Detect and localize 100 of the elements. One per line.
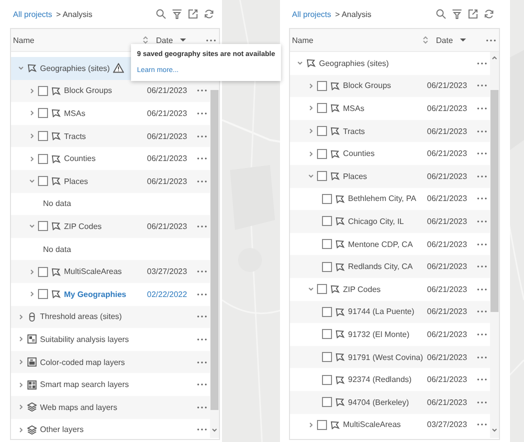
row-label[interactable]: Web maps and layers — [40, 402, 118, 412]
checkbox[interactable] — [322, 306, 332, 317]
more-icon[interactable] — [196, 360, 206, 364]
chevron-right-icon[interactable] — [308, 105, 314, 112]
checkbox[interactable] — [38, 108, 48, 118]
more-icon[interactable] — [476, 310, 486, 314]
more-icon[interactable] — [196, 315, 206, 318]
checkbox[interactable] — [38, 86, 48, 96]
more-icon[interactable] — [476, 378, 486, 382]
more-icon[interactable] — [476, 265, 486, 268]
more-icon[interactable] — [476, 242, 486, 246]
row-label[interactable]: Tracts — [343, 126, 365, 136]
row-label[interactable]: Other layers — [40, 425, 84, 434]
more-icon[interactable] — [196, 134, 206, 138]
search-icon[interactable] — [156, 9, 166, 19]
more-icon[interactable] — [476, 84, 486, 88]
caret-icon[interactable] — [180, 38, 186, 42]
column-header[interactable]: Name — [13, 36, 34, 44]
filter-icon[interactable] — [172, 9, 182, 19]
chevron-right-icon[interactable] — [18, 382, 24, 388]
chevron-down-icon[interactable] — [297, 60, 303, 66]
row-label[interactable]: 94704 (Berkeley) — [348, 398, 409, 407]
checkbox[interactable] — [322, 374, 332, 385]
sort-icon[interactable] — [423, 36, 428, 44]
more-icon[interactable] — [476, 220, 486, 223]
row-label[interactable]: 92374 (Redlands) — [348, 375, 412, 384]
row-label[interactable]: ZIP Codes — [343, 284, 381, 294]
breadcrumb-link[interactable]: All projects — [292, 10, 332, 18]
chevron-right-icon[interactable] — [18, 359, 24, 366]
checkbox[interactable] — [38, 221, 48, 232]
more-icon[interactable] — [476, 197, 486, 200]
more-icon[interactable] — [196, 428, 206, 432]
row-label[interactable]: Block Groups — [343, 81, 392, 90]
row-label[interactable]: Block Groups — [64, 86, 112, 96]
chevron-right-icon[interactable] — [29, 110, 35, 116]
row-label[interactable]: Bethlehem City, PA — [348, 194, 416, 204]
row-label[interactable]: Threshold areas (sites) — [40, 312, 122, 322]
chevron-right-icon[interactable] — [29, 268, 35, 275]
more-icon[interactable] — [476, 130, 486, 133]
row-label[interactable]: MultiScaleAreas — [64, 267, 122, 276]
search-icon[interactable] — [436, 9, 446, 19]
more-icon[interactable] — [196, 180, 206, 183]
row-label[interactable]: 91744 (La Puente) — [348, 307, 414, 316]
chevron-right-icon[interactable] — [29, 156, 35, 162]
checkbox[interactable] — [322, 194, 332, 204]
row-label[interactable]: Mentone CDP, CA — [348, 240, 413, 249]
checkbox[interactable] — [38, 131, 48, 142]
row-label[interactable]: MSAs — [64, 108, 86, 118]
filter-icon[interactable] — [452, 9, 462, 19]
row-label[interactable]: Counties — [343, 149, 375, 158]
more-icon[interactable] — [476, 106, 486, 110]
more-icon[interactable] — [196, 270, 206, 274]
row-label[interactable]: Smart map search layers — [40, 380, 129, 390]
row-label[interactable]: MSAs — [343, 104, 364, 113]
row-label[interactable]: Chicago City, IL — [348, 216, 404, 226]
row-label[interactable]: ZIP Codes — [64, 222, 102, 231]
scrollbar[interactable] — [490, 52, 499, 438]
chevron-right-icon[interactable] — [308, 82, 314, 89]
checkbox[interactable] — [317, 171, 327, 182]
chevron-right-icon[interactable] — [18, 426, 24, 433]
warning-icon[interactable] — [112, 63, 124, 74]
row-label[interactable]: Geographies (sites) — [319, 58, 389, 68]
checkbox[interactable] — [317, 148, 327, 159]
row-label[interactable]: 91732 (El Monte) — [348, 330, 410, 339]
more-icon[interactable] — [476, 332, 486, 336]
chevron-down-icon[interactable] — [308, 286, 314, 292]
more-icon[interactable] — [476, 152, 486, 156]
more-icon[interactable] — [196, 338, 206, 341]
checkbox[interactable] — [317, 103, 327, 114]
checkbox[interactable] — [322, 262, 332, 272]
breadcrumb-link[interactable]: All projects — [13, 10, 52, 18]
chevron-right-icon[interactable] — [308, 150, 314, 157]
export-icon[interactable] — [468, 9, 478, 19]
export-icon[interactable] — [188, 9, 198, 19]
more-icon[interactable] — [206, 38, 216, 42]
checkbox[interactable] — [322, 216, 332, 226]
checkbox[interactable] — [317, 284, 327, 294]
chevron-down-icon[interactable] — [18, 65, 24, 72]
row-label[interactable]: Geographies (sites) — [40, 64, 110, 73]
more-icon[interactable] — [196, 406, 206, 409]
chevron-down-icon[interactable] — [29, 178, 35, 184]
more-icon[interactable] — [196, 224, 206, 228]
checkbox[interactable] — [322, 329, 332, 340]
more-icon[interactable] — [196, 383, 206, 386]
chevron-right-icon[interactable] — [18, 314, 24, 320]
row-label[interactable]: Color-coded map layers — [40, 358, 125, 367]
row-label[interactable]: Suitability analysis layers — [40, 334, 129, 344]
row-label[interactable]: 91791 (West Covina) — [348, 352, 423, 362]
more-icon[interactable] — [476, 400, 486, 404]
refresh-icon[interactable] — [484, 9, 494, 19]
more-icon[interactable] — [486, 38, 496, 42]
checkbox[interactable] — [322, 397, 332, 408]
checkbox[interactable] — [322, 239, 332, 250]
more-icon[interactable] — [476, 423, 486, 426]
checkbox[interactable] — [317, 80, 327, 91]
chevron-down-icon[interactable] — [308, 173, 314, 180]
checkbox[interactable] — [317, 420, 327, 430]
checkbox[interactable] — [38, 154, 48, 164]
chevron-right-icon[interactable] — [18, 336, 24, 342]
column-header[interactable]: Date — [436, 36, 453, 44]
